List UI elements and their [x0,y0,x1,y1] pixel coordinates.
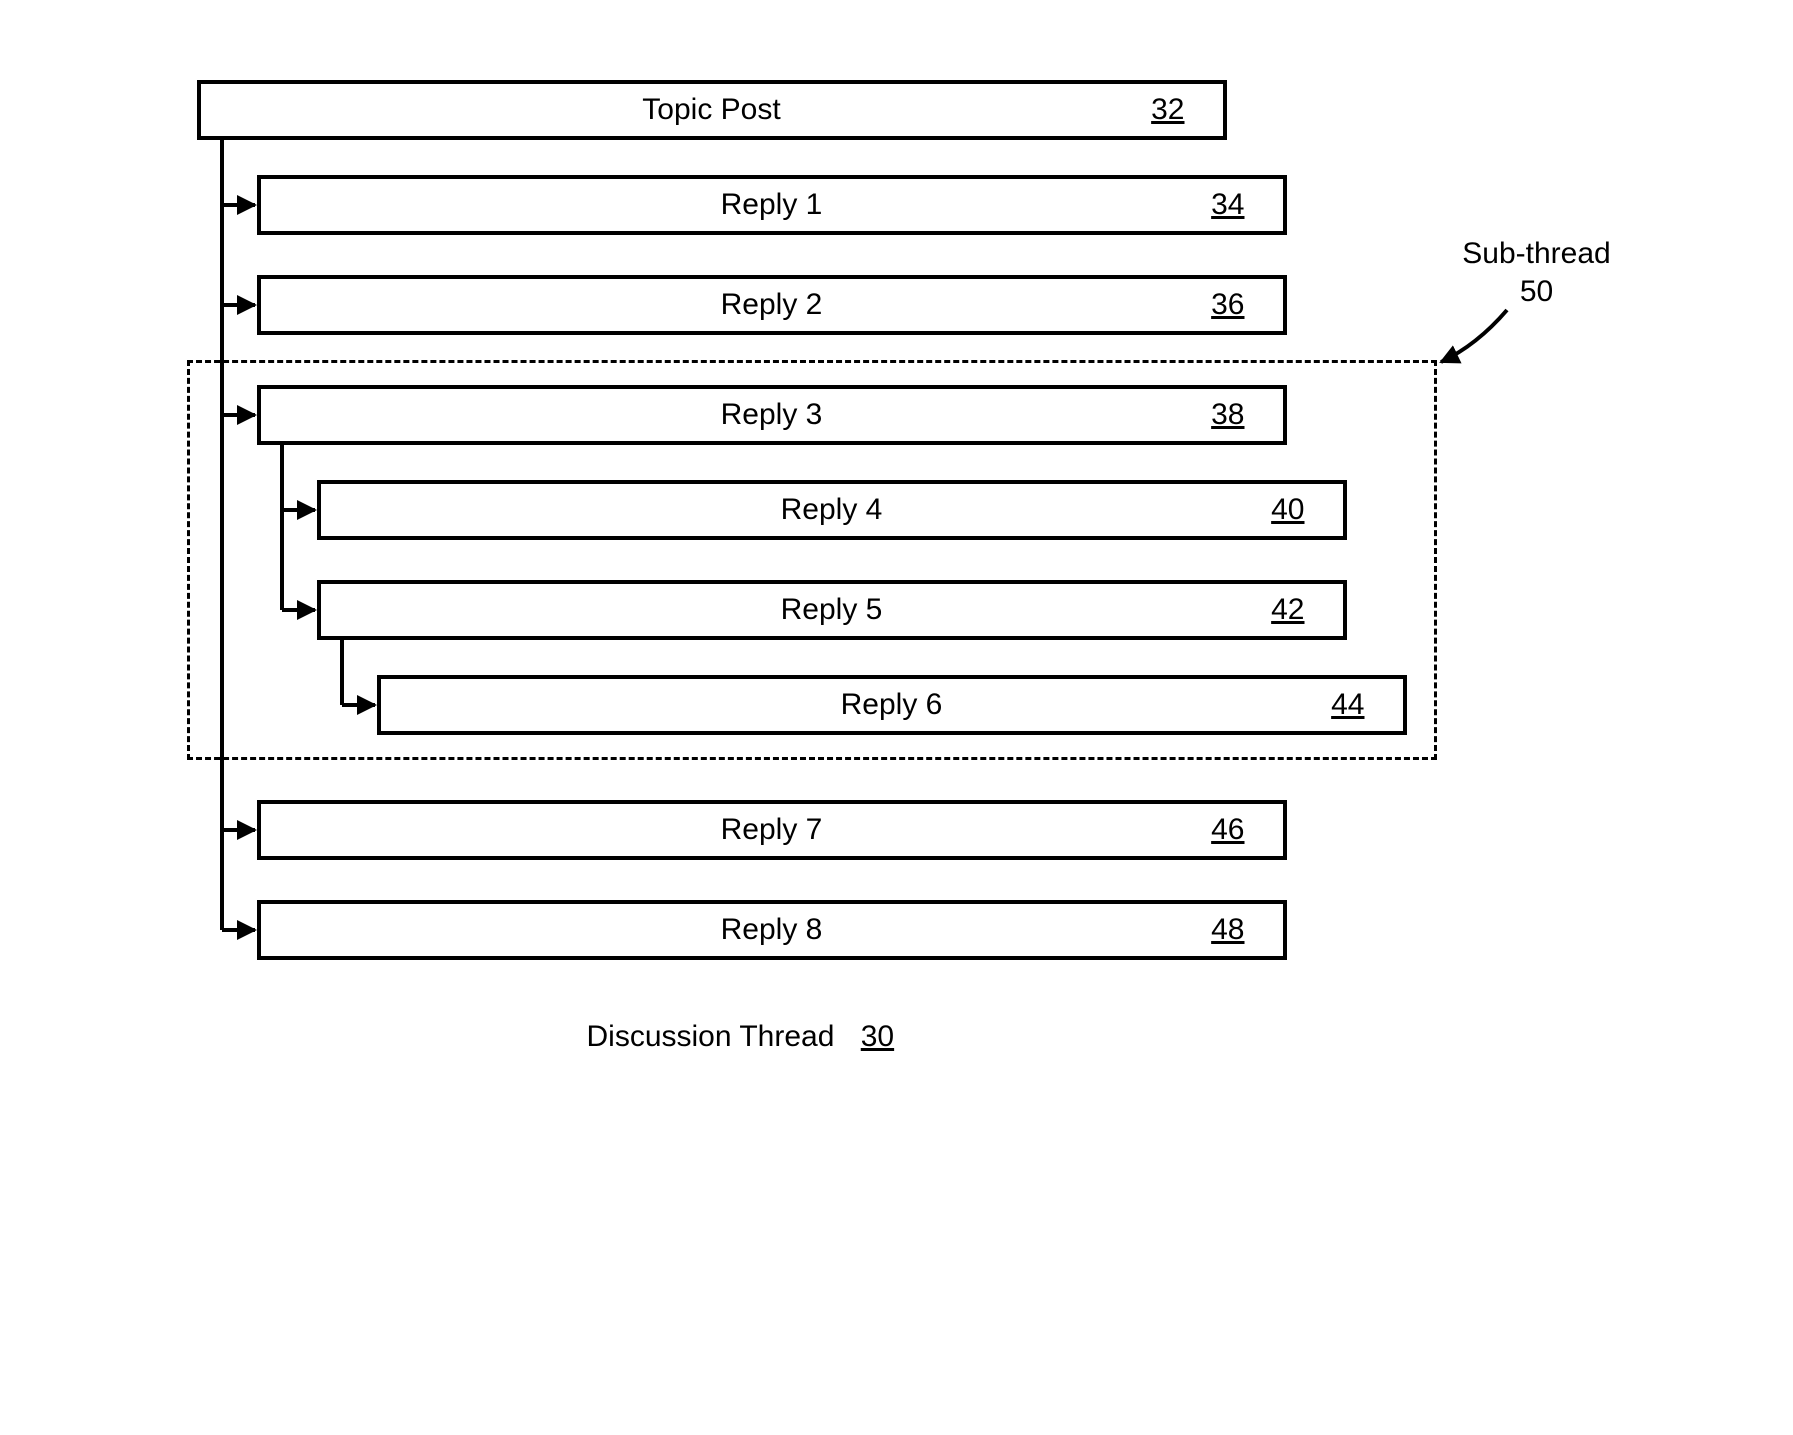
caption-text: Discussion Thread [587,1020,835,1053]
reply-8: Reply 8 48 [257,900,1287,960]
reply-7-label: Reply 7 [721,813,823,847]
reply-4-label: Reply 4 [781,493,883,527]
reply-8-label: Reply 8 [721,913,823,947]
reply-5-label: Reply 5 [781,593,883,627]
reply-3: Reply 3 38 [257,385,1287,445]
reply-2-ref: 36 [1211,288,1244,322]
topic-post: Topic Post 32 [197,80,1227,140]
reply-4-ref: 40 [1271,493,1304,527]
topic-post-label: Topic Post [642,93,780,127]
reply-6-ref: 44 [1331,688,1364,722]
reply-2-label: Reply 2 [721,288,823,322]
topic-post-ref: 32 [1151,93,1184,127]
diagram-canvas: Sub-thread 50 Topic Post 32 Reply 1 34 R… [147,60,1647,1260]
sub-thread-text: Sub-thread [1462,237,1610,270]
reply-4: Reply 4 40 [317,480,1347,540]
reply-2: Reply 2 36 [257,275,1287,335]
reply-3-ref: 38 [1211,398,1244,432]
reply-6: Reply 6 44 [377,675,1407,735]
reply-6-label: Reply 6 [841,688,943,722]
sub-thread-label: Sub-thread 50 [1447,235,1627,310]
reply-1-ref: 34 [1211,188,1244,222]
reply-1: Reply 1 34 [257,175,1287,235]
reply-7-ref: 46 [1211,813,1244,847]
diagram-caption: Discussion Thread 30 [587,1020,895,1054]
reply-5-ref: 42 [1271,593,1304,627]
reply-8-ref: 48 [1211,913,1244,947]
reply-1-label: Reply 1 [721,188,823,222]
sub-thread-ref: 50 [1520,275,1553,308]
reply-3-label: Reply 3 [721,398,823,432]
reply-7: Reply 7 46 [257,800,1287,860]
reply-5: Reply 5 42 [317,580,1347,640]
caption-ref: 30 [861,1020,894,1053]
